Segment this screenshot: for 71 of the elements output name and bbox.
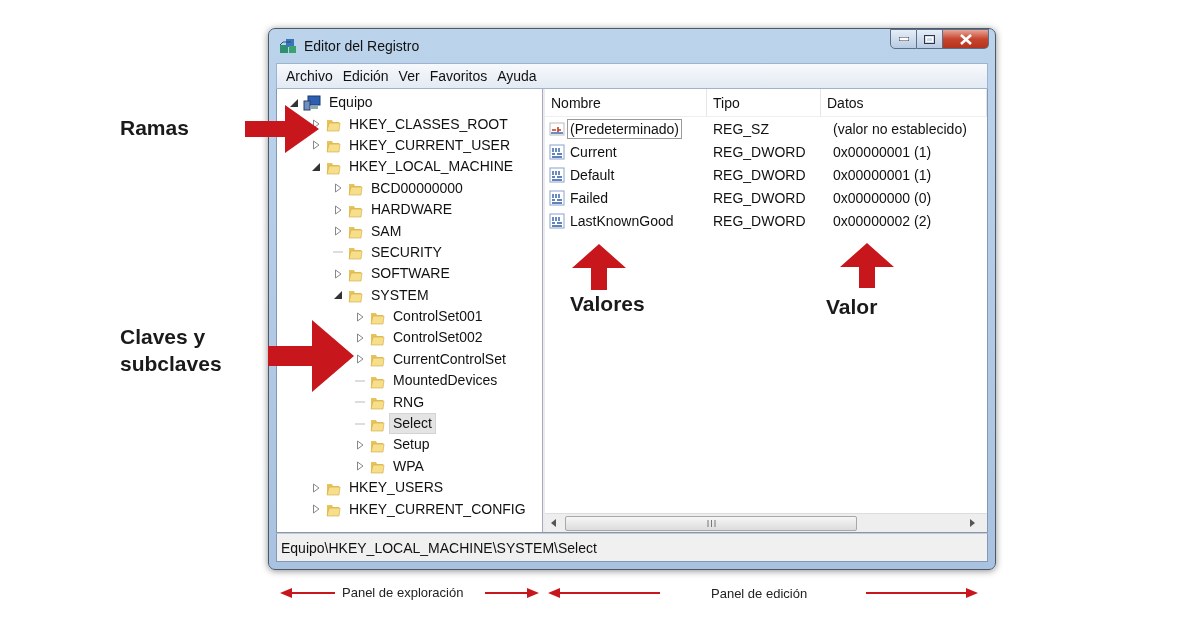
menu-item[interactable]: Ver xyxy=(393,68,425,84)
menu-item[interactable]: Ayuda xyxy=(492,68,542,84)
table-cell-text: REG_DWORD xyxy=(712,143,807,160)
annotation-label: Valor xyxy=(826,294,878,320)
close-icon xyxy=(959,33,972,45)
binary-value-icon xyxy=(549,143,565,160)
annotation-label: Valores xyxy=(570,291,645,317)
tree-item[interactable]: HKEY_CURRENT_USER xyxy=(345,134,515,156)
tree-item[interactable]: HKEY_CLASSES_ROOT xyxy=(345,113,512,135)
computer-icon xyxy=(303,94,321,111)
string-value-icon xyxy=(549,120,565,137)
column-header[interactable]: Tipo xyxy=(707,89,821,116)
binary-value-icon xyxy=(549,190,565,207)
minimize-icon xyxy=(898,37,909,41)
value-name[interactable]: (Predeterminado) xyxy=(567,118,682,139)
tree-item[interactable]: HKEY_LOCAL_MACHINE xyxy=(345,156,518,178)
tree-item[interactable]: SOFTWARE xyxy=(367,263,454,285)
arrow xyxy=(572,244,626,290)
menu-item[interactable]: Favoritos xyxy=(424,68,493,84)
table-cell-text: 0x00000002 (2) xyxy=(832,213,933,230)
window-title: Editor del Registro xyxy=(304,38,420,54)
tree-item[interactable]: SYSTEM xyxy=(367,284,433,306)
menu-item[interactable]: Archivo xyxy=(281,68,338,84)
maximize-button[interactable] xyxy=(917,29,943,49)
table-cell-text: 0x00000001 (1) xyxy=(832,166,933,183)
scrollbar-thumb[interactable] xyxy=(565,515,857,531)
grip-icon xyxy=(706,519,716,527)
column-header[interactable]: Nombre xyxy=(545,89,707,116)
table-cell-text: (valor no establecido) xyxy=(832,120,968,137)
arrow xyxy=(485,588,539,598)
close-button[interactable] xyxy=(943,29,989,49)
maximize-icon xyxy=(924,34,935,44)
annotation-label: Ramas xyxy=(120,115,189,141)
tree-item[interactable]: SAM xyxy=(367,220,406,242)
value-name[interactable]: Current xyxy=(567,141,620,162)
value-name[interactable]: Default xyxy=(567,164,618,185)
tree-item[interactable]: HKEY_CURRENT_CONFIG xyxy=(345,498,530,520)
annotation-label: Panel de exploración xyxy=(342,585,464,600)
tree-item[interactable]: Select xyxy=(389,413,436,435)
value-name[interactable]: LastKnownGood xyxy=(567,211,677,232)
tree-item[interactable]: RNG xyxy=(389,391,429,413)
horizontal-scrollbar[interactable] xyxy=(545,513,987,532)
tree-item[interactable]: HARDWARE xyxy=(367,199,457,221)
tree-item[interactable]: MountedDevices xyxy=(389,370,502,392)
table-cell-text: REG_SZ xyxy=(712,120,770,137)
tree-item[interactable]: BCD00000000 xyxy=(367,177,467,199)
status-bar: Equipo\HKEY_LOCAL_MACHINE\SYSTEM\Select xyxy=(276,533,988,562)
column-header[interactable]: Datos xyxy=(821,89,987,116)
tree-item[interactable]: SECURITY xyxy=(367,241,446,263)
annotation-label: Claves y subclaves xyxy=(120,324,223,377)
annotation-label: Panel de edición xyxy=(711,586,808,601)
arrow xyxy=(840,243,894,288)
table-cell-text: 0x00000000 (0) xyxy=(832,190,933,207)
tree-item[interactable]: Equipo xyxy=(325,92,377,114)
binary-value-icon xyxy=(549,213,565,230)
table-cell-text: REG_DWORD xyxy=(712,190,807,207)
tree-item[interactable]: CurrentControlSet xyxy=(389,348,510,370)
table-cell-text: 0x00000001 (1) xyxy=(832,143,933,160)
menu-item[interactable]: Edición xyxy=(337,68,394,84)
cubes-icon xyxy=(278,36,298,56)
tree-item[interactable]: WPA xyxy=(389,455,428,477)
tree-item[interactable]: HKEY_USERS xyxy=(345,477,448,499)
tree-item[interactable]: ControlSet001 xyxy=(389,306,487,328)
tree-item[interactable]: Setup xyxy=(389,434,434,456)
minimize-button[interactable] xyxy=(890,29,917,49)
tree-item[interactable]: ControlSet002 xyxy=(389,327,487,349)
binary-value-icon xyxy=(549,166,565,183)
value-name[interactable]: Failed xyxy=(567,188,612,209)
table-cell-text: REG_DWORD xyxy=(712,166,807,183)
table-cell-text: REG_DWORD xyxy=(712,213,807,230)
arrow xyxy=(280,588,335,598)
